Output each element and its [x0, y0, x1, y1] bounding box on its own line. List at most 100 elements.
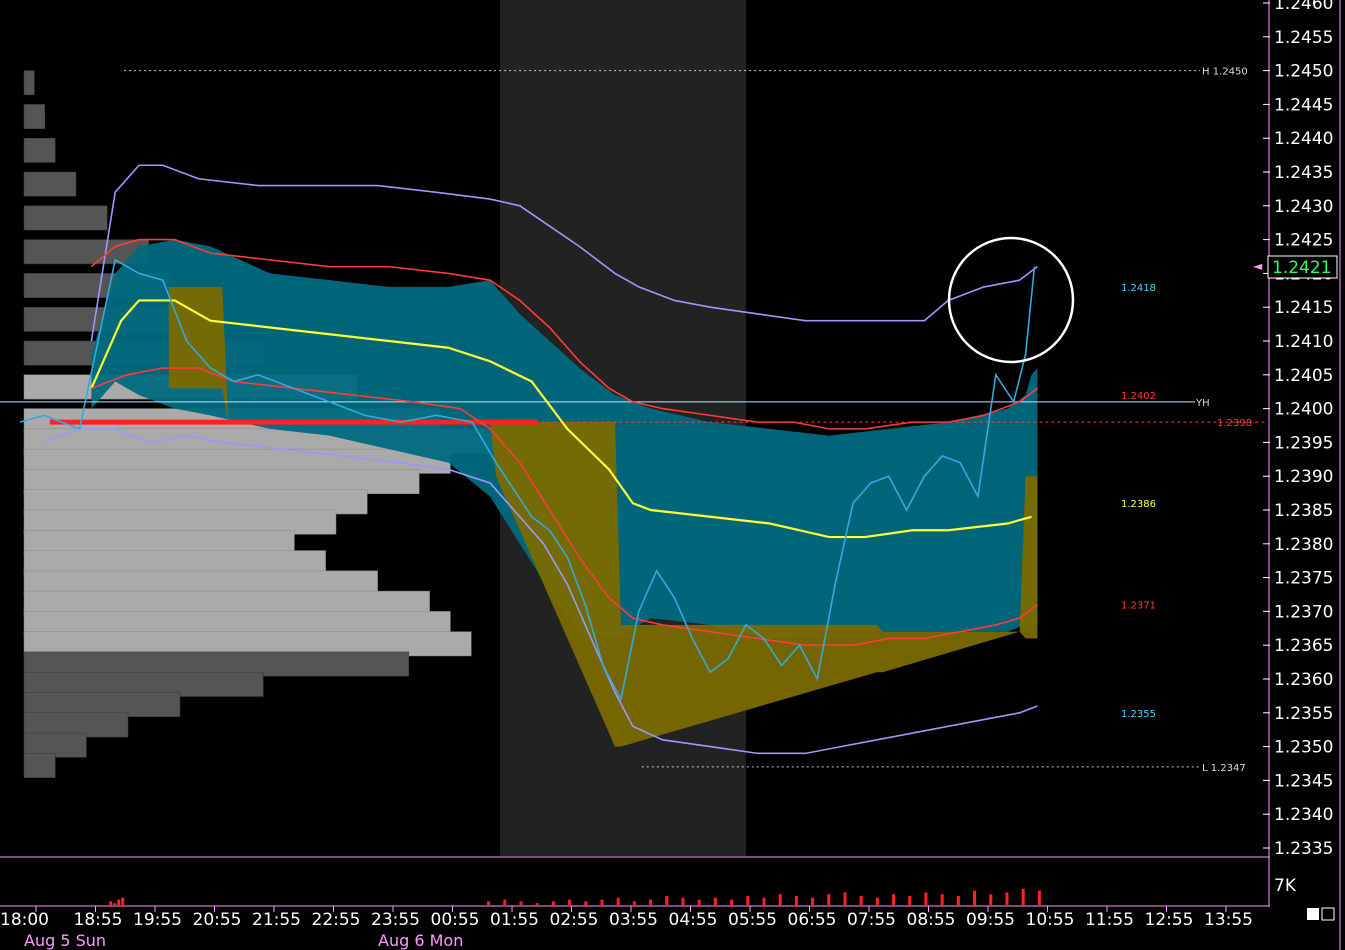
x-tick-label: 06:55 — [788, 910, 837, 930]
last-price-arrow: ◄ — [1253, 259, 1263, 273]
profile-row — [23, 70, 35, 96]
right-label-4: 1.2371 — [1121, 601, 1156, 612]
volume-bar — [1037, 890, 1041, 905]
volume-bar — [487, 901, 491, 905]
x-tick-label: 22:55 — [312, 910, 361, 930]
x-tick-label: 21:55 — [252, 910, 301, 930]
volume-bar — [973, 890, 977, 905]
y-tick-label: 1.2400 — [1274, 400, 1333, 420]
y-tick-label: 1.2425 — [1274, 231, 1333, 251]
volume-bar — [1005, 892, 1009, 905]
y-tick-label: 1.2360 — [1274, 670, 1333, 690]
y-tick-label: 1.2440 — [1274, 129, 1333, 149]
y-tick-label: 1.2450 — [1274, 62, 1333, 82]
y-tick-label: 1.2405 — [1274, 366, 1333, 386]
profile-row — [23, 171, 77, 197]
volume-bar — [551, 901, 555, 905]
volume-bar — [875, 897, 879, 905]
y-tick-label: 1.2335 — [1274, 839, 1333, 859]
yesterday-high-label: YH — [1195, 398, 1210, 409]
volume-bar — [697, 899, 701, 905]
y-tick-label: 1.2385 — [1274, 501, 1333, 521]
y-tick-label: 1.2460 — [1274, 0, 1333, 14]
volume-bar — [1021, 888, 1025, 905]
volume-bar — [519, 901, 523, 905]
right-label-2: 1.2398 — [1217, 418, 1252, 429]
x-tick-label: 07:55 — [847, 910, 896, 930]
volume-bar — [892, 894, 896, 905]
volume-bar — [940, 894, 944, 905]
x-tick-label: 20:55 — [193, 910, 242, 930]
y-tick-label: 1.2410 — [1274, 332, 1333, 352]
volume-bar — [535, 903, 539, 905]
y-tick-label: 1.2380 — [1274, 535, 1333, 555]
volume-bar — [794, 896, 798, 905]
volume-bar — [762, 897, 766, 905]
x-tick-label: 23:55 — [371, 910, 420, 930]
x-tick-label: 18:00 — [0, 910, 49, 930]
volume-bar — [746, 896, 750, 905]
volume-bar — [568, 899, 572, 905]
y-tick-label: 1.2345 — [1274, 771, 1333, 791]
volume-bar — [924, 892, 928, 905]
right-label-1: 1.2402 — [1121, 391, 1156, 402]
corner-box-2[interactable] — [1321, 907, 1335, 921]
x-tick-label: 13:55 — [1204, 910, 1253, 930]
volume-bar — [584, 901, 588, 905]
y-tick-label: 1.2375 — [1274, 569, 1333, 589]
volume-bar — [681, 897, 685, 905]
x-tick-label: 01:55 — [490, 910, 539, 930]
y-tick-label: 1.2455 — [1274, 28, 1333, 48]
volume-bar — [665, 896, 669, 905]
y-tick-label: 1.2415 — [1274, 298, 1333, 318]
right-label-3: 1.2386 — [1121, 499, 1156, 510]
volume-bar — [113, 903, 117, 905]
x-tick-label: 04:55 — [669, 910, 718, 930]
volume-bar — [121, 897, 125, 905]
right-label-0: 1.2418 — [1121, 283, 1156, 294]
session-low-label: L 1.2347 — [1202, 763, 1246, 774]
profile-row — [23, 205, 108, 231]
right-label-5: 1.2355 — [1121, 709, 1156, 720]
session-high-label: H 1.2450 — [1202, 67, 1248, 78]
volume-bar — [117, 899, 121, 905]
y-tick-label: 1.2355 — [1274, 704, 1333, 724]
volume-bar — [827, 894, 831, 905]
x-tick-label: 19:55 — [133, 910, 182, 930]
volume-bar — [109, 901, 113, 905]
volume-bar — [713, 897, 717, 905]
x-tick-label: 02:55 — [550, 910, 599, 930]
y-tick-label: 1.2390 — [1274, 467, 1333, 487]
profile-row — [23, 753, 56, 778]
date-label-2: Aug 6 Mon — [378, 931, 463, 950]
corner-box-1[interactable] — [1307, 908, 1319, 920]
volume-bar — [811, 897, 815, 905]
volume-bar — [730, 899, 734, 905]
y-tick-label: 1.2365 — [1274, 636, 1333, 656]
x-tick-label: 10:55 — [1026, 910, 1075, 930]
y-tick-label: 1.2370 — [1274, 602, 1333, 622]
volume-bar — [503, 899, 507, 905]
volume-bar — [989, 894, 993, 905]
volume-bar — [649, 899, 653, 905]
x-tick-label: 09:55 — [966, 910, 1015, 930]
volume-bar — [600, 899, 604, 905]
profile-row — [23, 104, 46, 129]
y-tick-label: 1.2395 — [1274, 433, 1333, 453]
x-tick-label: 03:55 — [609, 910, 658, 930]
volume-bar — [778, 894, 782, 905]
date-label-1: Aug 5 Sun — [24, 931, 106, 950]
x-tick-label: 00:55 — [431, 910, 480, 930]
price-chart: 1.2418 1.2402 1.2398 1.2386 1.2371 1.2355 H 1.… — [0, 0, 1345, 950]
y-tick-label: 1.2340 — [1274, 805, 1333, 825]
last-price-label: 1.2421 — [1272, 258, 1331, 278]
volume-bar — [616, 897, 620, 905]
volume-bar — [908, 896, 912, 905]
volume-bar — [956, 896, 960, 905]
profile-row — [23, 137, 56, 163]
y-tick-label: 1.2435 — [1274, 163, 1333, 183]
volume-bar — [843, 892, 847, 905]
x-tick-label: 18:55 — [74, 910, 123, 930]
y-tick-label: 1.2445 — [1274, 95, 1333, 115]
volume-axis-label: 7K — [1274, 876, 1297, 896]
